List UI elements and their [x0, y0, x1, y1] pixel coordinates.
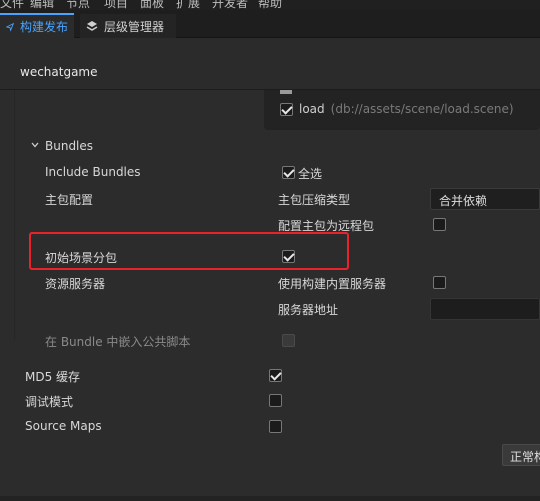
source-maps-checkbox[interactable]	[269, 420, 282, 433]
md5-cache-checkbox[interactable]	[269, 369, 282, 382]
source-maps-label: Source Maps	[25, 419, 102, 433]
debug-mode-label: 调试模式	[25, 395, 74, 409]
scene-path: (db://assets/scene/load.scene)	[330, 102, 514, 116]
build-mode-button[interactable]: 正常构建	[502, 444, 540, 466]
layers-icon	[86, 21, 98, 31]
menu-extension[interactable]: 扩展	[176, 0, 200, 10]
send-icon	[6, 22, 14, 32]
scene-list: load (db://assets/scene/load.scene)	[264, 90, 540, 130]
server-address-label: 服务器地址	[278, 303, 339, 317]
chevron-down-icon[interactable]	[31, 141, 39, 149]
platform-header: wechatgame	[0, 38, 540, 90]
compression-type-value: 合并依赖	[439, 194, 488, 208]
debug-mode-checkbox[interactable]	[269, 394, 282, 407]
resource-server-label: 资源服务器	[45, 277, 106, 291]
menu-developer[interactable]: 开发者	[212, 0, 248, 10]
remote-main-checkbox[interactable]	[433, 218, 446, 231]
scene-load-checkbox[interactable]	[280, 102, 293, 116]
select-all-checkbox[interactable]	[282, 166, 295, 179]
menu-panel[interactable]: 面板	[140, 0, 164, 10]
build-mode-label: 正常构建	[510, 450, 540, 464]
indent-guide	[14, 90, 15, 340]
builtin-server-checkbox[interactable]	[433, 276, 446, 289]
select-all-label: 全选	[298, 167, 323, 181]
menu-project[interactable]: 项目	[104, 0, 128, 10]
include-bundles-label: Include Bundles	[45, 165, 141, 179]
tab-hierarchy[interactable]: 层级管理器	[80, 14, 176, 38]
embed-script-checkbox[interactable]	[282, 334, 295, 347]
menu-node[interactable]: 节点	[66, 0, 90, 10]
tab-build-label: 构建发布	[19, 20, 68, 34]
main-config-label: 主包配置	[45, 193, 94, 207]
menu-help[interactable]: 帮助	[258, 0, 282, 10]
embed-script-label: 在 Bundle 中嵌入公共脚本	[45, 335, 191, 349]
scene-item: load (db://assets/scene/load.scene)	[280, 102, 514, 116]
annotation-highlight	[29, 232, 349, 270]
menu-edit[interactable]: 编辑	[30, 0, 54, 10]
tab-build[interactable]: 构建发布	[0, 13, 74, 38]
bottom-border	[0, 496, 540, 501]
menu-file[interactable]: 文件	[0, 0, 24, 10]
compression-type-select[interactable]: 合并依赖	[430, 188, 540, 210]
compression-type-label: 主包压缩类型	[278, 193, 351, 207]
platform-title: wechatgame	[20, 65, 98, 79]
md5-cache-label: MD5 缓存	[25, 370, 81, 384]
bundles-section-label[interactable]: Bundles	[45, 139, 93, 153]
scene-name: load	[299, 102, 325, 116]
server-address-input[interactable]	[430, 298, 540, 320]
tab-bar: 构建发布 层级管理器	[0, 10, 540, 38]
menu-bar: 文件 编辑 节点 项目 面板 扩展 开发者 帮助	[0, 0, 540, 10]
builtin-server-label: 使用构建内置服务器	[278, 277, 387, 291]
scene-item-partial	[280, 90, 292, 94]
tab-hierarchy-label: 层级管理器	[104, 19, 165, 34]
